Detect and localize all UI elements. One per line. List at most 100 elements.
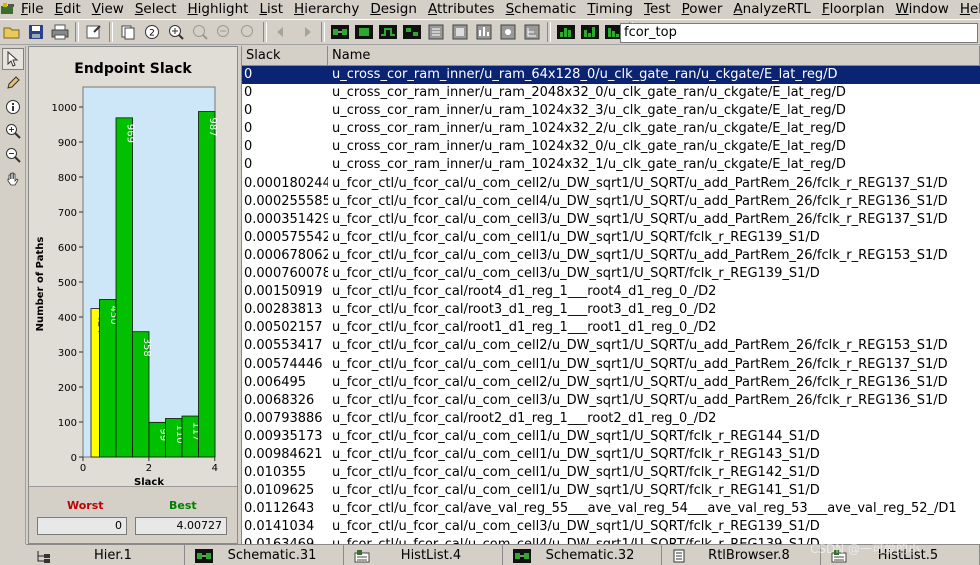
cell-name: u_fcor_ctl/u_fcor_cal/root2_d1_reg_1___r… <box>332 410 717 426</box>
tab-rtlbrowser-8[interactable]: RtlBrowser.8 <box>662 545 821 565</box>
tab-hier-1[interactable]: Hier.1 <box>26 545 185 565</box>
table-row[interactable]: 0.000678062 u_fcor_ctl/u_fcor_cal/u_com_c… <box>242 247 980 265</box>
table-row[interactable]: 0.0141034 u_fcor_ctl/u_fcor_cal/u_com_cel… <box>242 518 980 536</box>
y-tick-label: 700 <box>58 208 77 219</box>
table-row[interactable]: 0.00574446 u_fcor_ctl/u_fcor_cal/u_com_ce… <box>242 356 980 374</box>
table-row[interactable]: 0.000760078 u_fcor_ctl/u_fcor_cal/u_com_c… <box>242 265 980 283</box>
table-row[interactable]: 0.0068326 u_fcor_ctl/u_fcor_cal/u_com_cel… <box>242 392 980 410</box>
table-row[interactable]: 0.00553417 u_fcor_ctl/u_fcor_cal/u_com_ce… <box>242 337 980 355</box>
tab-schematic-32[interactable]: Schematic.32 <box>503 545 662 565</box>
column-header-slack[interactable]: Slack <box>242 46 328 65</box>
zoom-in-disabled-icon <box>190 22 210 42</box>
cell-slack: 0.000575542 <box>244 229 328 245</box>
design-list-icon[interactable] <box>426 22 446 42</box>
table-row[interactable]: 0.000351429 u_fcor_ctl/u_fcor_cal/u_com_c… <box>242 211 980 229</box>
pencil-icon[interactable] <box>2 72 24 94</box>
table-row[interactable]: 0 u_cross_cor_ram_inner/u_ram_1024x32_2/u… <box>242 120 980 138</box>
info-icon[interactable] <box>2 96 24 118</box>
menu-power[interactable]: Power <box>677 0 729 18</box>
cell-view-icon[interactable] <box>402 22 422 42</box>
menu-highlight[interactable]: Highlight <box>182 0 254 18</box>
cell-slack: 0.00793886 <box>244 410 323 426</box>
select-arrow-icon[interactable] <box>2 48 24 70</box>
menu-attributes[interactable]: Attributes <box>423 0 501 18</box>
schematic-icon <box>513 548 531 563</box>
menu-design[interactable]: Design <box>365 0 423 18</box>
hierarchy-browser-icon[interactable] <box>522 22 542 42</box>
menu-analyzertl[interactable]: AnalyzeRTL <box>728 0 816 18</box>
toolbar: 2 fcor_top <box>0 19 980 45</box>
table-row[interactable]: 0 u_cross_cor_ram_inner/u_ram_2048x32_0/u… <box>242 84 980 102</box>
tab-schematic-31[interactable]: Schematic.31 <box>185 545 344 565</box>
table-row[interactable]: 0.000180244 u_fcor_ctl/u_fcor_cal/u_com_c… <box>242 175 980 193</box>
cell-name: u_fcor_ctl/u_fcor_cal/u_com_cell3/u_DW_s… <box>332 247 948 263</box>
menu-list[interactable]: List <box>254 0 289 18</box>
save-icon[interactable] <box>26 22 46 42</box>
zoom-2-icon[interactable]: 2 <box>142 22 162 42</box>
cell-slack: 0.000760078 <box>244 266 328 282</box>
pan-hand-icon[interactable] <box>2 168 24 190</box>
menu-hierarchy[interactable]: Hierarchy <box>289 0 365 18</box>
table-header: Slack Name <box>242 46 980 66</box>
histogram-bar <box>115 117 133 458</box>
table-row[interactable]: 0.00150919 u_fcor_ctl/u_fcor_cal/root4_d1… <box>242 283 980 301</box>
cell-slack: 0.00574446 <box>244 356 323 372</box>
menu-view[interactable]: View <box>87 0 130 18</box>
properties-icon[interactable] <box>84 22 104 42</box>
copy-icon[interactable] <box>118 22 138 42</box>
y-tick-label: 800 <box>58 173 77 184</box>
table-row[interactable]: 0.00935173 u_fcor_ctl/u_fcor_cal/u_com_ce… <box>242 428 980 446</box>
endpoint-slack-icon[interactable] <box>556 22 576 42</box>
zoom-in-icon[interactable] <box>2 120 24 142</box>
zoom-fit-icon[interactable] <box>166 22 186 42</box>
search-input[interactable]: fcor_top <box>620 23 978 43</box>
menu-help[interactable]: Help <box>955 0 980 18</box>
table-row[interactable]: 0.000255585 u_fcor_ctl/u_fcor_cal/u_com_c… <box>242 193 980 211</box>
tab-histlist-4[interactable]: HistList.4 <box>344 545 503 565</box>
table-row[interactable]: 0 u_cross_cor_ram_inner/u_ram_64x128_0/u_… <box>242 66 980 85</box>
menu-timing[interactable]: Timing <box>582 0 639 18</box>
cell-name: u_cross_cor_ram_inner/u_ram_1024x32_3/u_… <box>332 103 846 119</box>
cell-name: u_fcor_ctl/u_fcor_cal/u_com_cell3/u_DW_s… <box>332 211 948 227</box>
symbol-view-icon[interactable] <box>354 22 374 42</box>
menu-test[interactable]: Test <box>639 0 677 18</box>
tab-label: RtlBrowser.8 <box>708 548 790 563</box>
library-icon[interactable] <box>450 22 470 42</box>
menu-edit[interactable]: Edit <box>50 0 87 18</box>
path-schematic-icon[interactable] <box>378 22 398 42</box>
table-row[interactable]: 0 u_cross_cor_ram_inner/u_ram_1024x32_0/u… <box>242 138 980 156</box>
app-logo-icon <box>0 0 16 18</box>
open-folder-icon[interactable] <box>2 22 22 42</box>
cell-name: u_fcor_ctl/u_fcor_cal/u_com_cell2/u_DW_s… <box>332 175 948 191</box>
table-row[interactable]: 0.006495 u_fcor_ctl/u_fcor_cal/u_com_cell… <box>242 374 980 392</box>
print-icon[interactable] <box>50 22 70 42</box>
cell-name: u_fcor_ctl/u_fcor_cal/root4_d1_reg_1___r… <box>332 284 717 300</box>
x-tick-label: 2 <box>146 463 152 474</box>
table-row[interactable]: 0.0112643 u_fcor_ctl/u_fcor_cal/ave_val_r… <box>242 500 980 518</box>
endpoint-slack-histogram[interactable]: Endpoint Slack 0 100 200 300 400 500 600 700 800 9… <box>29 47 237 487</box>
path-slack-icon[interactable] <box>580 22 600 42</box>
constraints-icon[interactable] <box>498 22 518 42</box>
zoom-out-icon[interactable] <box>2 144 24 166</box>
menu-file[interactable]: File <box>16 0 50 18</box>
table-row[interactable]: 0 u_cross_cor_ram_inner/u_ram_1024x32_1/u… <box>242 156 980 174</box>
table-row[interactable]: 0.010355 u_fcor_ctl/u_fcor_cal/u_com_cell… <box>242 464 980 482</box>
table-row[interactable]: 0.000575542 u_fcor_ctl/u_fcor_cal/u_com_c… <box>242 229 980 247</box>
table-row[interactable]: 0.00793886 u_fcor_ctl/u_fcor_cal/root2_d1… <box>242 410 980 428</box>
best-label: Best <box>169 499 197 512</box>
table-row[interactable]: 0 u_cross_cor_ram_inner/u_ram_1024x32_3/u… <box>242 102 980 120</box>
schematic-icon[interactable] <box>330 22 350 42</box>
report-icon[interactable] <box>474 22 494 42</box>
table-row[interactable]: 0.00502157 u_fcor_ctl/u_fcor_cal/root1_d1… <box>242 319 980 337</box>
table-row[interactable]: 0.00984621 u_fcor_ctl/u_fcor_cal/u_com_ce… <box>242 446 980 464</box>
menu-select[interactable]: Select <box>130 0 183 18</box>
column-header-name[interactable]: Name <box>328 46 980 65</box>
menu-floorplan[interactable]: Floorplan <box>817 0 891 18</box>
cell-slack: 0.00150919 <box>244 284 323 300</box>
table-row[interactable]: 0.00283813 u_fcor_ctl/u_fcor_cal/root3_d1… <box>242 301 980 319</box>
menu-window[interactable]: Window <box>891 0 955 18</box>
tab-label: Schematic.31 <box>227 548 317 563</box>
table-row[interactable]: 0.0109625 u_fcor_ctl/u_fcor_cal/u_com_cel… <box>242 482 980 500</box>
y-axis-label: Number of Paths <box>35 237 46 332</box>
menu-schematic[interactable]: Schematic <box>501 0 583 18</box>
